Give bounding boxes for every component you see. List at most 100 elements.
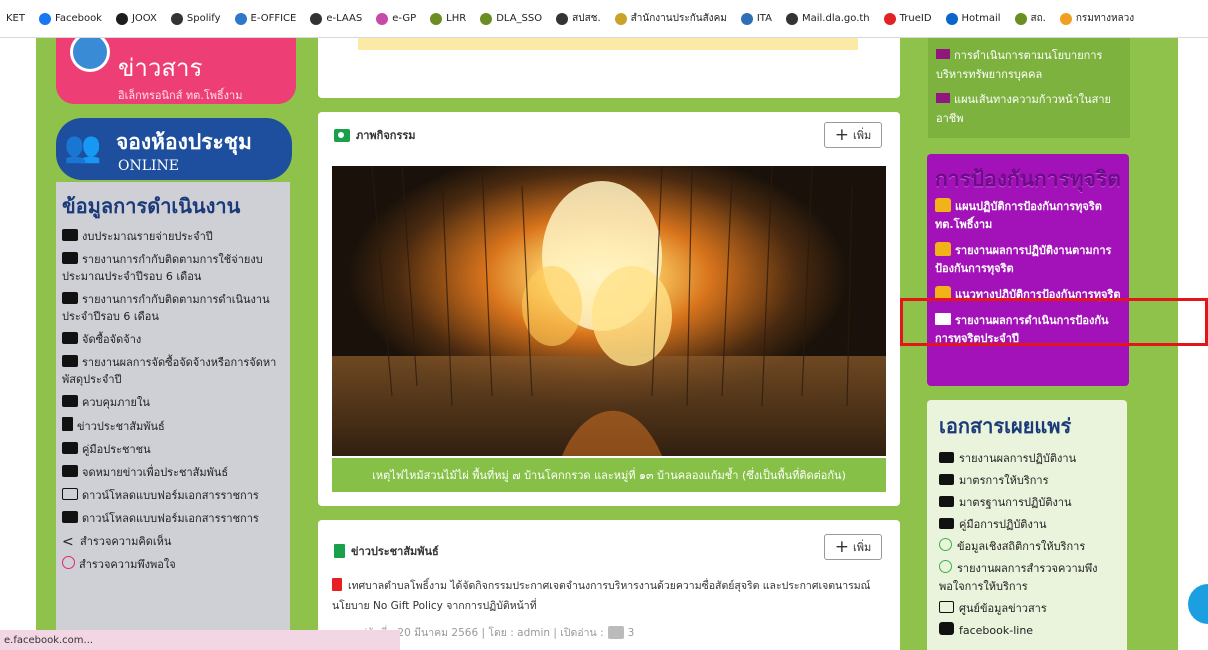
bookmark-item[interactable]: สำนักงานประกันสังคม [614,11,727,26]
operations-info-label: รายงานการกำกับติดตามการใช้จ่ายงบประมาณปร… [62,253,263,283]
press-release-item[interactable]: เทศบาลตำบลโพธิ์งาม ได้จัดกิจกรรมประกาศเจ… [332,576,892,616]
press-release-add-button[interactable]: + เพิ่ม [824,534,882,560]
operations-info-item[interactable]: จดหมายข่าวเพื่อประชาสัมพันธ์ [62,464,282,481]
anti-corruption-item[interactable]: รายงานผลการปฏิบัติงานตามการป้องกันการทุจ… [935,242,1121,278]
publication-item[interactable]: facebook-line [939,622,1119,640]
bookmark-label: Mail.dla.go.th [801,13,870,24]
operations-info-label: ข่าวประชาสัมพันธ์ [77,420,165,433]
plus-icon: + [834,537,849,557]
bamboo-fire-photo [332,166,886,456]
bookmark-item[interactable]: JOOX [115,12,157,25]
bookmark-label: Hotmail [961,13,1001,24]
operations-info-label: จัดซื้อจัดจ้าง [82,333,142,346]
thumbs-up-icon [935,242,951,256]
anti-corruption-label: แผนปฏิบัติการป้องกันการทุจริต ทต.โพธิ์งา… [935,200,1102,231]
status-bar-url: e.facebook.com... [0,630,400,650]
folder-icon [62,442,78,454]
hr-policy-panel: การดำเนินการตามนโยบายการบริหารทรัพยากรบุ… [928,38,1130,138]
bookmark-item[interactable]: KET [6,13,25,24]
meeting-room-booking-banner[interactable]: 👥 จองห้องประชุม ONLINE [56,118,292,180]
bookmark-item[interactable]: e-LAAS [310,12,362,25]
share-icon: < [62,534,74,550]
folder-icon [62,355,78,367]
operations-info-list: งบประมาณรายจ่ายประจำปีรายงานการกำกับติดต… [62,228,282,573]
operations-info-item[interactable]: จัดซื้อจัดจ้าง [62,331,282,348]
bookmark-item[interactable]: Hotmail [945,12,1001,25]
hr-policy-label: แผนเส้นทางความก้าวหน้าในสายอาชีพ [936,93,1111,125]
publication-item[interactable]: ศูนย์ข้อมูลข่าวสาร [939,600,1119,618]
press-release-title: ข่าวประชาสัมพันธ์ [351,545,439,558]
dla-icon [1014,12,1027,25]
operations-info-label: สำรวจความพึงพอใจ [79,558,176,571]
bookmark-label: Facebook [54,13,102,24]
operations-info-item[interactable]: รายงานการกำกับติดตามการใช้จ่ายงบประมาณปร… [62,251,282,285]
publication-label: คู่มือการปฏิบัติงาน [959,518,1047,531]
operations-info-item[interactable]: คู่มือประชาชน [62,441,282,458]
operations-info-item[interactable]: รายงานการกำกับติดตามการดำเนินงานประจำปีร… [62,291,282,325]
press-release-add-label: เพิ่ม [852,541,872,554]
bookmark-item[interactable]: สถ. [1014,11,1046,26]
bookmark-label: KET [6,13,25,24]
announcement-note [358,38,858,50]
bookmark-item[interactable]: Spolify [170,12,221,25]
bookmark-item[interactable]: E-OFFICE [234,12,296,25]
square-bullet-icon [936,49,950,59]
operations-info-label: คู่มือประชาชน [82,443,151,456]
publication-item[interactable]: มาตรฐานการปฏิบัติงาน [939,494,1119,512]
globe-icon [785,12,798,25]
bookmark-item[interactable]: สปสช. [556,11,601,26]
hotmail-icon [945,12,958,25]
globe-icon [310,12,323,25]
news-banner[interactable]: ข่าวสาร อิเล็กทรอนิกส์ ทต.โพธิ์งาม [56,38,296,104]
bookmark-item[interactable]: TrueID [883,12,932,25]
chat-bubble-icon[interactable] [1188,584,1208,624]
bookmark-item[interactable]: DLA_SSO [480,12,542,25]
publication-item[interactable]: รายงานผลการสำรวจความพึงพอใจการให้บริการ [939,560,1119,596]
activity-photo[interactable] [332,166,886,456]
hr-policy-item[interactable]: การดำเนินการตามนโยบายการบริหารทรัพยากรบุ… [936,46,1122,84]
operations-info-item[interactable]: ควบคุมภายใน [62,394,282,411]
publication-item[interactable]: รายงานผลการปฏิบัติงาน [939,450,1119,468]
operations-info-item[interactable]: ข่าวประชาสัมพันธ์ [62,417,282,435]
lhr-icon [430,12,443,25]
publication-label: facebook-line [959,624,1034,637]
bookmark-item[interactable]: LHR [430,12,466,25]
people-icon: 👥 [64,130,102,165]
publication-item[interactable]: ข้อมูลเชิงสถิติการให้บริการ [939,538,1119,556]
publications-list: รายงานผลการปฏิบัติงานมาตรการให้บริการมาต… [939,450,1119,640]
publication-item[interactable]: คู่มือการปฏิบัติงาน [939,516,1119,534]
anti-corruption-item[interactable]: แผนปฏิบัติการป้องกันการทุจริต ทต.โพธิ์งา… [935,198,1121,234]
eoffice-icon [234,12,247,25]
booking-subtitle: ONLINE [118,158,180,174]
operations-info-item[interactable]: สำรวจความพึงพอใจ [62,556,282,573]
pdf-icon [62,511,78,523]
hr-policy-item[interactable]: แผนเส้นทางความก้าวหน้าในสายอาชีพ [936,90,1122,128]
publication-item[interactable]: มาตรการให้บริการ [939,472,1119,490]
operations-info-item[interactable]: งบประมาณรายจ่ายประจำปี [62,228,282,245]
bookmark-item[interactable]: ITA [740,12,772,25]
activity-caption[interactable]: เหตุไฟไหม้สวนไม้ไผ่ พื้นที่หมู่ ๗ บ้านโค… [332,458,886,492]
bookmark-item[interactable]: Mail.dla.go.th [785,12,870,25]
facebook-icon [38,12,51,25]
hr-policy-list: การดำเนินการตามนโยบายการบริหารทรัพยากรบุ… [928,38,1130,138]
publication-label: รายงานผลการปฏิบัติงาน [959,452,1077,465]
operations-info-label: รายงานการกำกับติดตามการดำเนินงานประจำปีร… [62,293,270,323]
highway-icon [1059,12,1072,25]
anti-corruption-title: การป้องกันการทุจริต [935,167,1121,191]
operations-info-item[interactable]: ดาวน์โหลดแบบฟอร์มเอกสารราชการ [62,487,282,504]
bookmark-label: สำนักงานประกันสังคม [630,13,727,24]
bookmark-item[interactable]: e-GP [376,12,416,25]
operations-info-item[interactable]: < สำรวจความคิดเห็น [62,533,282,550]
bookmark-item[interactable]: Facebook [38,12,102,25]
operations-info-title: ข้อมูลการดำเนินงาน [62,194,241,218]
bookmark-item[interactable]: กรมทางหลวง [1059,11,1134,26]
operations-info-item[interactable]: ดาวน์โหลดแบบฟอร์มเอกสารราชการ [62,510,282,527]
globe-icon [170,12,183,25]
highlight-box [900,298,1208,346]
camera-icon [334,128,350,142]
flag-icon [62,332,78,344]
press-release-header: ข่าวประชาสัมพันธ์ [334,542,439,560]
operations-info-item[interactable]: รายงานผลการจัดซื้อจัดจ้างหรือการจัดหาพัส… [62,354,282,388]
plus-icon: + [834,125,849,145]
activity-add-button[interactable]: + เพิ่ม [824,122,882,148]
